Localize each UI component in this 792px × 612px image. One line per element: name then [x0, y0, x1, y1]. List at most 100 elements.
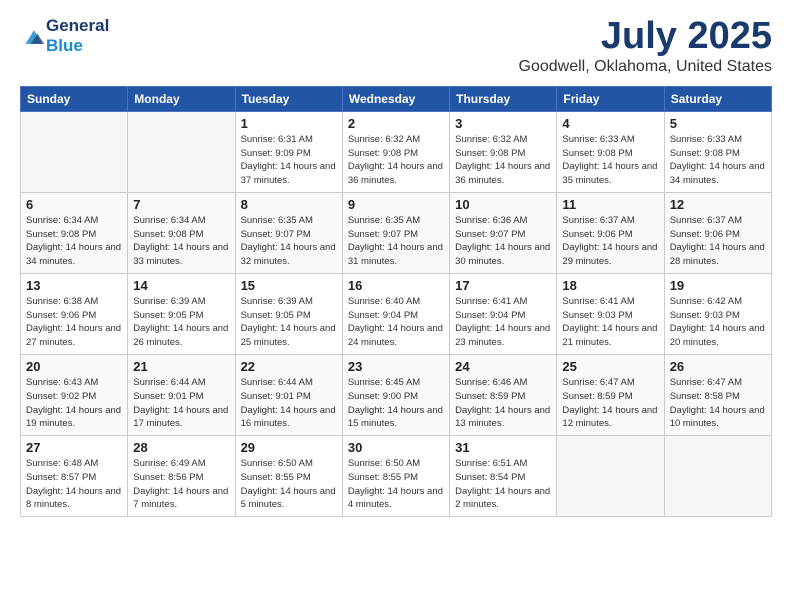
day-info: Sunrise: 6:49 AMSunset: 8:56 PMDaylight:… — [133, 457, 229, 512]
day-number: 17 — [455, 278, 551, 293]
title-area: July 2025 Goodwell, Oklahoma, United Sta… — [519, 16, 772, 76]
calendar-day-19: 19Sunrise: 6:42 AMSunset: 9:03 PMDayligh… — [664, 273, 771, 354]
day-number: 20 — [26, 359, 122, 374]
calendar-day-25: 25 Sunrise: 6:47 AMSunset: 8:59 PMDayligh… — [557, 354, 664, 435]
day-number: 8 — [241, 197, 337, 212]
day-number: 15 — [241, 278, 337, 293]
day-info: Sunrise: 6:39 AMSunset: 9:05 PMDaylight:… — [133, 295, 229, 350]
calendar-day-5: 5 Sunrise: 6:33 AMSunset: 9:08 PMDaylight… — [664, 111, 771, 192]
day-number: 23 — [348, 359, 444, 374]
day-info: Sunrise: 6:51 AMSunset: 8:54 PMDaylight:… — [455, 457, 551, 512]
day-number: 13 — [26, 278, 122, 293]
calendar-table: SundayMondayTuesdayWednesdayThursdayFrid… — [20, 86, 772, 517]
day-number: 24 — [455, 359, 551, 374]
day-info: Sunrise: 6:44 AMSunset: 9:01 PMDaylight:… — [133, 376, 229, 431]
calendar-day-12: 12 Sunrise: 6:37 AMSunset: 9:06 PMDayligh… — [664, 192, 771, 273]
month-title: July 2025 — [519, 16, 772, 58]
day-number: 4 — [562, 116, 658, 131]
day-info: Sunrise: 6:35 AMSunset: 9:07 PMDaylight:… — [348, 214, 444, 269]
day-info: Sunrise: 6:32 AMSunset: 9:08 PMDaylight:… — [348, 133, 444, 188]
day-info: Sunrise: 6:41 AMSunset: 9:03 PMDaylight:… — [562, 295, 658, 350]
day-number: 22 — [241, 359, 337, 374]
calendar-day-28: 28 Sunrise: 6:49 AMSunset: 8:56 PMDayligh… — [128, 436, 235, 517]
day-number: 29 — [241, 440, 337, 455]
day-info: Sunrise: 6:37 AMSunset: 9:06 PMDaylight:… — [562, 214, 658, 269]
day-info: Sunrise: 6:38 AMSunset: 9:06 PMDaylight:… — [26, 295, 122, 350]
day-info: Sunrise: 6:32 AMSunset: 9:08 PMDaylight:… — [455, 133, 551, 188]
day-number: 1 — [241, 116, 337, 131]
day-number: 2 — [348, 116, 444, 131]
calendar-day-7: 7 Sunrise: 6:34 AMSunset: 9:08 PMDaylight… — [128, 192, 235, 273]
calendar-day-6: 6 Sunrise: 6:34 AMSunset: 9:08 PMDaylight… — [21, 192, 128, 273]
calendar-day-10: 10 Sunrise: 6:36 AMSunset: 9:07 PMDayligh… — [450, 192, 557, 273]
calendar-day-8: 8 Sunrise: 6:35 AMSunset: 9:07 PMDaylight… — [235, 192, 342, 273]
logo: General Blue — [20, 16, 109, 56]
calendar-day-17: 17 Sunrise: 6:41 AMSunset: 9:04 PMDayligh… — [450, 273, 557, 354]
day-info: Sunrise: 6:33 AMSunset: 9:08 PMDaylight:… — [670, 133, 766, 188]
day-number: 9 — [348, 197, 444, 212]
day-number: 31 — [455, 440, 551, 455]
calendar-day-1: 1Sunrise: 6:31 AMSunset: 9:09 PMDaylight… — [235, 111, 342, 192]
logo-text: General Blue — [46, 16, 109, 56]
calendar-day-3: 3 Sunrise: 6:32 AMSunset: 9:08 PMDaylight… — [450, 111, 557, 192]
day-info: Sunrise: 6:35 AMSunset: 9:07 PMDaylight:… — [241, 214, 337, 269]
calendar-day-23: 23Sunrise: 6:45 AMSunset: 9:00 PMDayligh… — [342, 354, 449, 435]
logo-icon — [22, 25, 46, 49]
weekday-header-saturday: Saturday — [664, 86, 771, 111]
day-info: Sunrise: 6:50 AMSunset: 8:55 PMDaylight:… — [348, 457, 444, 512]
day-info: Sunrise: 6:50 AMSunset: 8:55 PMDaylight:… — [241, 457, 337, 512]
day-info: Sunrise: 6:47 AMSunset: 8:58 PMDaylight:… — [670, 376, 766, 431]
day-number: 25 — [562, 359, 658, 374]
day-info: Sunrise: 6:33 AMSunset: 9:08 PMDaylight:… — [562, 133, 658, 188]
calendar-day-20: 20Sunrise: 6:43 AMSunset: 9:02 PMDayligh… — [21, 354, 128, 435]
weekday-header-monday: Monday — [128, 86, 235, 111]
calendar-day-18: 18 Sunrise: 6:41 AMSunset: 9:03 PMDayligh… — [557, 273, 664, 354]
weekday-header-wednesday: Wednesday — [342, 86, 449, 111]
day-info: Sunrise: 6:46 AMSunset: 8:59 PMDaylight:… — [455, 376, 551, 431]
calendar-week-3: 13 Sunrise: 6:38 AMSunset: 9:06 PMDayligh… — [21, 273, 772, 354]
calendar-empty-cell — [664, 436, 771, 517]
location-title: Goodwell, Oklahoma, United States — [519, 58, 772, 76]
day-info: Sunrise: 6:40 AMSunset: 9:04 PMDaylight:… — [348, 295, 444, 350]
day-info: Sunrise: 6:41 AMSunset: 9:04 PMDaylight:… — [455, 295, 551, 350]
header: General Blue July 2025 Goodwell, Oklahom… — [20, 16, 772, 76]
calendar-day-2: 2 Sunrise: 6:32 AMSunset: 9:08 PMDaylight… — [342, 111, 449, 192]
day-info: Sunrise: 6:48 AMSunset: 8:57 PMDaylight:… — [26, 457, 122, 512]
day-number: 28 — [133, 440, 229, 455]
calendar-day-11: 11 Sunrise: 6:37 AMSunset: 9:06 PMDayligh… — [557, 192, 664, 273]
day-number: 5 — [670, 116, 766, 131]
day-info: Sunrise: 6:34 AMSunset: 9:08 PMDaylight:… — [26, 214, 122, 269]
day-info: Sunrise: 6:39 AMSunset: 9:05 PMDaylight:… — [241, 295, 337, 350]
calendar-day-4: 4 Sunrise: 6:33 AMSunset: 9:08 PMDaylight… — [557, 111, 664, 192]
day-info: Sunrise: 6:44 AMSunset: 9:01 PMDaylight:… — [241, 376, 337, 431]
calendar-day-15: 15 Sunrise: 6:39 AMSunset: 9:05 PMDayligh… — [235, 273, 342, 354]
day-number: 6 — [26, 197, 122, 212]
day-number: 10 — [455, 197, 551, 212]
day-number: 11 — [562, 197, 658, 212]
calendar-day-31: 31 Sunrise: 6:51 AMSunset: 8:54 PMDayligh… — [450, 436, 557, 517]
calendar-day-14: 14 Sunrise: 6:39 AMSunset: 9:05 PMDayligh… — [128, 273, 235, 354]
weekday-header-thursday: Thursday — [450, 86, 557, 111]
calendar-empty-cell — [21, 111, 128, 192]
day-number: 3 — [455, 116, 551, 131]
weekday-header-sunday: Sunday — [21, 86, 128, 111]
calendar-week-1: 1Sunrise: 6:31 AMSunset: 9:09 PMDaylight… — [21, 111, 772, 192]
day-info: Sunrise: 6:36 AMSunset: 9:07 PMDaylight:… — [455, 214, 551, 269]
day-number: 18 — [562, 278, 658, 293]
day-number: 12 — [670, 197, 766, 212]
day-number: 19 — [670, 278, 766, 293]
day-number: 27 — [26, 440, 122, 455]
day-number: 14 — [133, 278, 229, 293]
day-info: Sunrise: 6:34 AMSunset: 9:08 PMDaylight:… — [133, 214, 229, 269]
day-info: Sunrise: 6:37 AMSunset: 9:06 PMDaylight:… — [670, 214, 766, 269]
calendar-day-29: 29 Sunrise: 6:50 AMSunset: 8:55 PMDayligh… — [235, 436, 342, 517]
calendar-header-row: SundayMondayTuesdayWednesdayThursdayFrid… — [21, 86, 772, 111]
calendar-day-27: 27 Sunrise: 6:48 AMSunset: 8:57 PMDayligh… — [21, 436, 128, 517]
page: General Blue July 2025 Goodwell, Oklahom… — [0, 0, 792, 612]
calendar-week-2: 6 Sunrise: 6:34 AMSunset: 9:08 PMDaylight… — [21, 192, 772, 273]
day-info: Sunrise: 6:47 AMSunset: 8:59 PMDaylight:… — [562, 376, 658, 431]
day-number: 30 — [348, 440, 444, 455]
calendar-day-24: 24 Sunrise: 6:46 AMSunset: 8:59 PMDayligh… — [450, 354, 557, 435]
day-number: 7 — [133, 197, 229, 212]
calendar-day-9: 9 Sunrise: 6:35 AMSunset: 9:07 PMDaylight… — [342, 192, 449, 273]
